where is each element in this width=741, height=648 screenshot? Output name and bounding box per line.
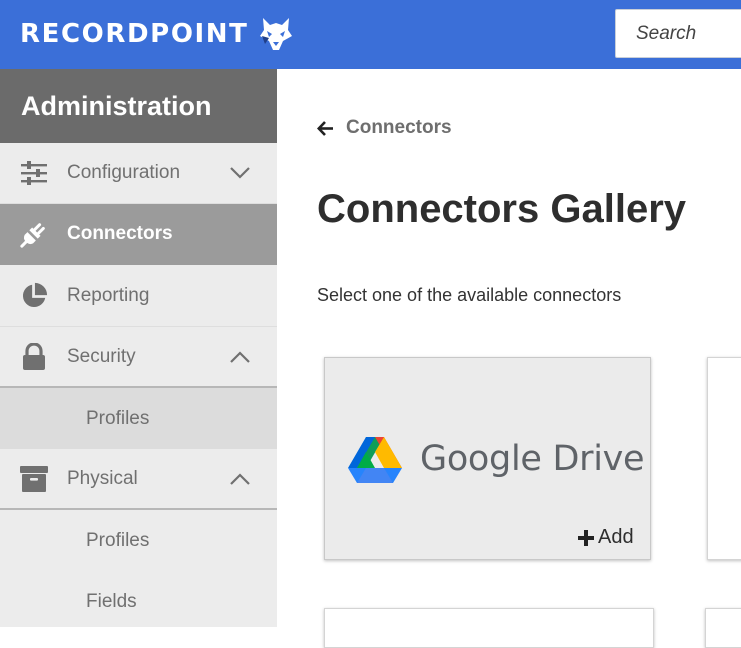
chevron-down-icon[interactable] bbox=[229, 166, 251, 180]
chevron-up-icon[interactable] bbox=[229, 350, 251, 364]
sidebar-item-label: Security bbox=[67, 345, 136, 367]
lock-icon bbox=[20, 342, 48, 371]
sidebar-item-connectors[interactable]: Connectors bbox=[0, 204, 277, 265]
search-box[interactable] bbox=[615, 9, 741, 58]
sidebar-subitem-physical-profiles[interactable]: Profiles bbox=[0, 510, 277, 571]
arrow-left-icon bbox=[317, 120, 333, 136]
chevron-up-icon[interactable] bbox=[229, 472, 251, 486]
brand-logo[interactable]: RECORDPOINT bbox=[20, 16, 293, 52]
connector-card[interactable] bbox=[707, 357, 741, 560]
connector-card-google-drive[interactable]: Google Drive Add bbox=[324, 357, 651, 560]
back-link-label: Connectors bbox=[346, 117, 452, 138]
sidebar-item-label: Connectors bbox=[67, 223, 173, 244]
brand-name: RECORDPOINT bbox=[20, 19, 249, 49]
page-title: Connectors Gallery bbox=[317, 187, 687, 231]
sidebar-item-label: Reporting bbox=[67, 284, 150, 306]
back-link[interactable]: Connectors bbox=[317, 117, 452, 139]
sidebar: Administration Configuration Connectors … bbox=[0, 69, 277, 627]
sidebar-subitem-label: Profiles bbox=[86, 529, 150, 551]
page-subtitle: Select one of the available connectors bbox=[317, 285, 622, 305]
plus-icon bbox=[578, 529, 594, 546]
sidebar-subitem-physical-fields[interactable]: Fields bbox=[0, 571, 277, 632]
sidebar-item-configuration[interactable]: Configuration bbox=[0, 143, 277, 204]
sidebar-item-physical[interactable]: Physical bbox=[0, 449, 277, 510]
fox-logo-icon bbox=[259, 18, 292, 50]
sliders-icon bbox=[20, 159, 48, 187]
sidebar-title: Administration bbox=[0, 69, 277, 143]
sidebar-item-reporting[interactable]: Reporting bbox=[0, 265, 277, 327]
connector-name: Google Drive bbox=[420, 439, 645, 479]
archive-box-icon bbox=[20, 465, 48, 493]
sidebar-subitem-label: Fields bbox=[86, 590, 137, 612]
connector-card[interactable] bbox=[705, 608, 741, 648]
connector-card[interactable] bbox=[324, 608, 654, 648]
add-connector-button[interactable]: Add bbox=[578, 526, 634, 549]
sidebar-item-label: Configuration bbox=[67, 162, 181, 183]
plug-icon bbox=[20, 220, 48, 248]
sidebar-subitem-label: Profiles bbox=[86, 407, 150, 429]
top-bar: RECORDPOINT bbox=[0, 0, 741, 69]
add-label: Add bbox=[598, 526, 634, 548]
google-drive-icon bbox=[348, 437, 402, 483]
sidebar-item-label: Physical bbox=[67, 467, 138, 489]
search-input[interactable] bbox=[616, 10, 741, 57]
pie-chart-icon bbox=[20, 282, 48, 310]
main-content: Connectors Connectors Gallery Select one… bbox=[277, 69, 741, 648]
sidebar-item-security[interactable]: Security bbox=[0, 327, 277, 388]
sidebar-subitem-security-profiles[interactable]: Profiles bbox=[0, 388, 277, 449]
